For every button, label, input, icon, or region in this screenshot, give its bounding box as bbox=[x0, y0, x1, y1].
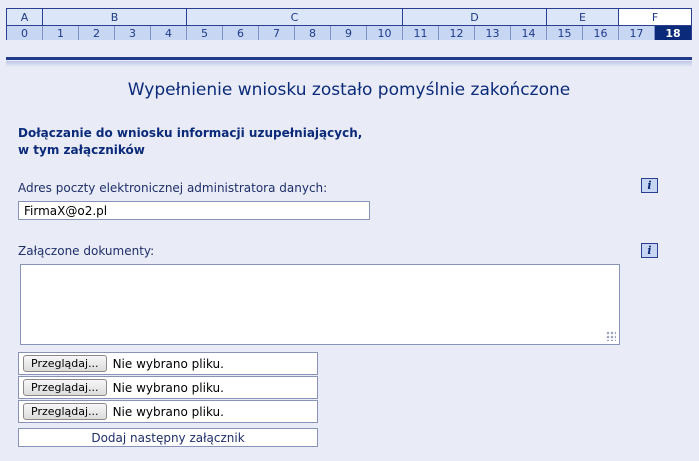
browse-button[interactable]: Przeglądaj... bbox=[23, 403, 107, 420]
section-heading-line-1: Dołączanie do wniosku informacji uzupełn… bbox=[18, 126, 363, 140]
attachments-textarea[interactable] bbox=[20, 264, 620, 345]
step-14[interactable]: 14 bbox=[511, 26, 547, 40]
section-heading-line-2: w tym załączników bbox=[18, 143, 145, 157]
step-group-a: A bbox=[7, 9, 43, 25]
step-10[interactable]: 10 bbox=[367, 26, 403, 40]
file-input-row[interactable]: Przeglądaj... Nie wybrano pliku. bbox=[18, 352, 318, 375]
email-field[interactable] bbox=[18, 201, 370, 220]
file-input-row[interactable]: Przeglądaj... Nie wybrano pliku. bbox=[18, 376, 318, 399]
step-16[interactable]: 16 bbox=[583, 26, 619, 40]
resize-grip-icon[interactable] bbox=[606, 331, 616, 341]
step-17[interactable]: 17 bbox=[619, 26, 655, 40]
step-group-e: E bbox=[547, 9, 619, 25]
attachments-label: Załączone dokumenty: bbox=[18, 244, 155, 258]
step-9[interactable]: 9 bbox=[331, 26, 367, 40]
section-heading: Dołączanie do wniosku informacji uzupełn… bbox=[18, 125, 362, 159]
file-status: Nie wybrano pliku. bbox=[112, 356, 224, 371]
step-11[interactable]: 11 bbox=[403, 26, 439, 40]
step-group-f: F bbox=[619, 9, 691, 25]
header-divider bbox=[6, 57, 692, 60]
step-group-c: C bbox=[187, 9, 403, 25]
step-4[interactable]: 4 bbox=[151, 26, 187, 40]
step-15[interactable]: 15 bbox=[547, 26, 583, 40]
step-group-b: B bbox=[43, 9, 187, 25]
file-status: Nie wybrano pliku. bbox=[112, 380, 224, 395]
step-group-d: D bbox=[403, 9, 547, 25]
file-input-row[interactable]: Przeglądaj... Nie wybrano pliku. bbox=[18, 400, 318, 423]
browse-button[interactable]: Przeglądaj... bbox=[23, 379, 107, 396]
step-navigation: ABCDEF 0 1 2 3 4 5 6 7 8 9 10 11 12 13 14 15 16 17 18 bbox=[6, 8, 692, 40]
email-info-icon[interactable]: i bbox=[641, 178, 658, 193]
email-label: Adres poczty elektronicznej administrato… bbox=[18, 181, 328, 195]
step-18[interactable]: 18 bbox=[655, 26, 691, 40]
step-8[interactable]: 8 bbox=[295, 26, 331, 40]
step-number-row: 0 1 2 3 4 5 6 7 8 9 10 11 12 13 14 15 16 17 18 bbox=[7, 25, 691, 40]
step-3[interactable]: 3 bbox=[115, 26, 151, 40]
step-1[interactable]: 1 bbox=[43, 26, 79, 40]
step-6[interactable]: 6 bbox=[223, 26, 259, 40]
step-12[interactable]: 12 bbox=[439, 26, 475, 40]
step-7[interactable]: 7 bbox=[259, 26, 295, 40]
step-group-row: ABCDEF bbox=[7, 9, 691, 25]
browse-button[interactable]: Przeglądaj... bbox=[23, 355, 107, 372]
step-5[interactable]: 5 bbox=[187, 26, 223, 40]
file-status: Nie wybrano pliku. bbox=[112, 404, 224, 419]
header-divider-shadow bbox=[6, 61, 692, 67]
add-attachment-button[interactable]: Dodaj następny załącznik bbox=[18, 428, 318, 447]
step-13[interactable]: 13 bbox=[475, 26, 511, 40]
step-2[interactable]: 2 bbox=[79, 26, 115, 40]
page-title: Wypełnienie wniosku zostało pomyślnie za… bbox=[127, 80, 571, 100]
step-0[interactable]: 0 bbox=[7, 26, 43, 40]
attachments-info-icon[interactable]: i bbox=[641, 243, 658, 258]
